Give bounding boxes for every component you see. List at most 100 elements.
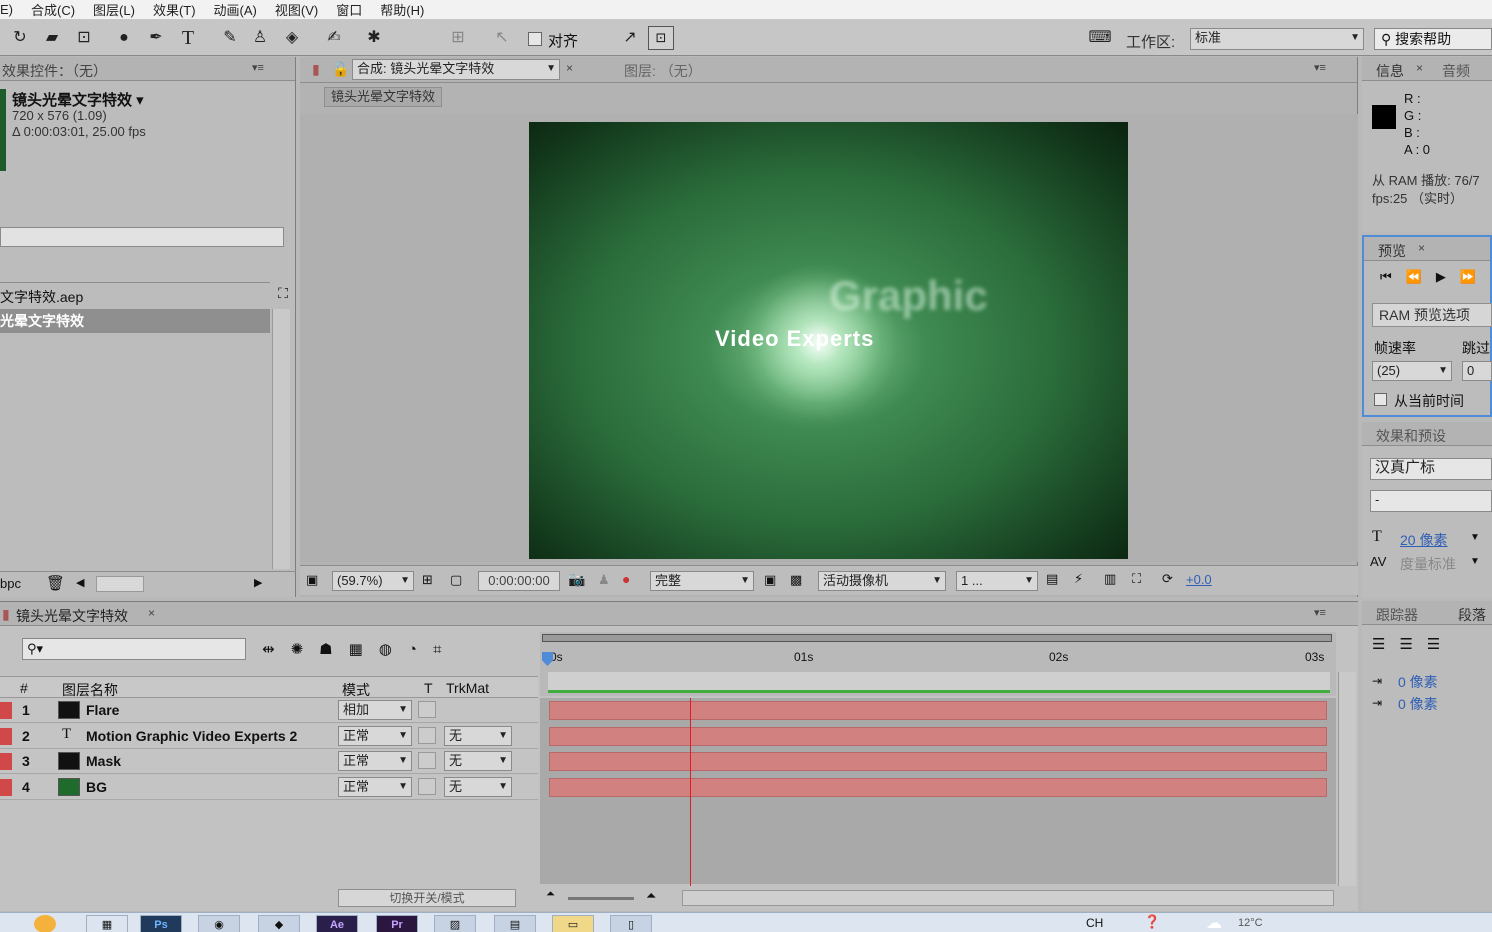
zoom-out-icon[interactable]: ⏶ <box>546 888 555 901</box>
panel-menu-icon[interactable]: ▾≡ <box>252 61 264 74</box>
eraser-tool-icon[interactable]: ◈ <box>280 27 304 49</box>
frame-rate-dropdown[interactable]: (25) ▼ <box>1372 361 1452 381</box>
align-checkbox[interactable] <box>528 32 542 46</box>
scroll-left-icon[interactable]: ◀ <box>76 576 84 589</box>
tab-paragraph[interactable]: 段落 <box>1458 605 1486 625</box>
preserve-transparency-toggle[interactable] <box>418 777 436 795</box>
project-scrollbar[interactable] <box>272 309 290 569</box>
project-comp-item[interactable]: 光晕文字特效 <box>0 309 270 333</box>
transparency-grid-icon[interactable]: ▩ <box>790 572 802 588</box>
premiere-icon[interactable]: Pr <box>376 915 418 932</box>
tab-tracker[interactable]: 跟踪器 <box>1376 605 1418 625</box>
col-layer-name[interactable]: 图层名称 <box>62 680 118 700</box>
work-area-bar[interactable] <box>542 634 1332 642</box>
menu-item[interactable]: 动画(A) <box>205 0 266 19</box>
layer-duration-bar[interactable] <box>549 777 1327 797</box>
layer-name[interactable]: Flare <box>86 702 119 718</box>
font-family-field[interactable]: 汉真广标 <box>1370 458 1492 480</box>
app-icon-4[interactable]: ▯ <box>610 915 652 932</box>
menu-item[interactable]: E) <box>0 2 22 17</box>
app-icon[interactable]: ◆ <box>258 915 300 932</box>
timecode-display[interactable]: 0:00:00:00 <box>478 571 560 591</box>
blend-mode-dropdown[interactable]: 相加 ▼ <box>338 700 412 720</box>
scroll-right-icon[interactable]: ▶ <box>254 576 262 589</box>
camera-dropdown[interactable]: 活动摄像机 ▼ <box>818 571 946 591</box>
label-color[interactable] <box>0 778 12 796</box>
clone-stamp-tool-icon[interactable]: ♙ <box>248 27 272 49</box>
menu-item[interactable]: 图层(L) <box>84 0 144 19</box>
layer-row[interactable]: 3 Mask 正常 ▼ 无 ▼ <box>0 749 538 774</box>
layer-duration-bar[interactable] <box>549 701 1327 720</box>
chevron-down-icon[interactable]: ▼ <box>1470 532 1480 543</box>
menu-item[interactable]: 效果(T) <box>144 0 205 19</box>
layer-tab[interactable]: 图层: （无） <box>624 61 702 81</box>
layer-name[interactable]: BG <box>86 779 107 795</box>
photoshop-icon[interactable]: Ps <box>140 915 182 932</box>
timeline-icon[interactable]: ▥ <box>1104 571 1116 587</box>
graph-editor-icon[interactable]: ⌗ <box>433 641 457 658</box>
blend-mode-dropdown[interactable]: 正常 ▼ <box>338 751 412 771</box>
layer-name[interactable]: Motion Graphic Video Experts 2 <box>86 728 297 744</box>
layer-duration-bar[interactable] <box>549 752 1327 771</box>
skip-input[interactable]: 0 <box>1462 361 1492 381</box>
resolution-dropdown[interactable]: 完整 ▼ <box>650 571 754 591</box>
zoom-slider[interactable]: ⏶ ⏶ <box>540 888 680 908</box>
label-color[interactable] <box>0 702 12 719</box>
font-size-value[interactable]: 20 像素 <box>1400 530 1447 550</box>
snapshot-camera-icon[interactable]: 📷 <box>568 571 585 588</box>
roto-brush-tool-icon[interactable]: ✍ <box>322 27 346 49</box>
composition-tab-dropdown[interactable]: 合成: 镜头光晕文字特效 ▼ <box>352 59 560 80</box>
align-left-icon[interactable]: ☰ <box>1372 636 1399 653</box>
ellipse-tool-icon[interactable]: ● <box>112 27 136 49</box>
zoom-in-icon[interactable]: ⏶ <box>646 888 656 904</box>
indent-first-value[interactable]: 0 像素 <box>1398 694 1438 714</box>
bpc-label[interactable]: bpc <box>0 576 21 591</box>
zoom-dropdown[interactable]: (59.7%) ▼ <box>332 571 414 591</box>
draft-3d-icon[interactable]: ✺ <box>291 641 320 658</box>
align-right-icon[interactable]: ☰ <box>1427 636 1454 653</box>
browser-icon[interactable]: ◉ <box>198 915 240 932</box>
shy-icon[interactable]: ☗ <box>319 641 348 658</box>
tab-audio[interactable]: 音频 <box>1442 61 1470 81</box>
current-time-indicator[interactable] <box>690 698 691 886</box>
close-icon[interactable]: × <box>1416 61 1423 75</box>
horizontal-scroll-thumb[interactable] <box>96 576 144 592</box>
blend-mode-dropdown[interactable]: 正常 ▼ <box>338 776 412 797</box>
next-frame-icon[interactable]: ⏩ <box>1460 269 1490 284</box>
panel-menu-icon[interactable]: ▾≡ <box>1314 61 1326 74</box>
region-of-interest-icon[interactable]: ▣ <box>764 572 776 588</box>
first-frame-icon[interactable]: ⏮ <box>1380 269 1406 284</box>
layer-row[interactable]: 4 BG 正常 ▼ 无 ▼ <box>0 774 538 800</box>
preserve-transparency-toggle[interactable] <box>418 752 436 769</box>
trkmat-dropdown[interactable]: 无 ▼ <box>444 725 512 746</box>
comp-name[interactable]: 镜头光晕文字特效 ▾ <box>12 89 144 110</box>
frame-blending-icon[interactable]: ▦ <box>349 641 379 658</box>
app-icon-3[interactable]: ▤ <box>494 915 536 932</box>
col-mode[interactable]: 模式 <box>342 680 370 700</box>
preserve-transparency-toggle[interactable] <box>418 726 436 744</box>
timeline-search-input[interactable]: ⚲▾ <box>22 638 246 660</box>
preserve-transparency-toggle[interactable] <box>418 701 436 718</box>
pan-behind-tool-icon[interactable]: ⊡ <box>72 27 96 49</box>
rotate-tool-icon[interactable]: ↻ <box>8 27 32 49</box>
views-dropdown[interactable]: 1 ... ▼ <box>956 571 1038 591</box>
project-file-item[interactable]: 文字特效.aep <box>0 285 270 309</box>
tracking-value[interactable]: 度量标准 <box>1400 554 1456 574</box>
app-icon-2[interactable]: ▨ <box>434 915 476 932</box>
always-preview-icon[interactable]: ▣ <box>306 572 318 588</box>
arrow-icon[interactable]: ↗ <box>618 27 642 49</box>
blend-mode-dropdown[interactable]: 正常 ▼ <box>338 725 412 746</box>
workspace-dropdown[interactable]: 标准 ▼ <box>1190 28 1364 50</box>
language-indicator[interactable]: CH <box>1086 916 1103 930</box>
timeline-tab[interactable]: 镜头光晕文字特效 <box>16 606 128 626</box>
safe-margins-icon[interactable]: ⊞ <box>422 572 433 588</box>
col-trkmat[interactable]: TrkMat <box>446 680 489 696</box>
chevron-down-icon[interactable]: ▼ <box>1470 556 1480 567</box>
explorer-icon[interactable]: ▦ <box>86 915 128 932</box>
after-effects-icon[interactable]: Ae <box>316 915 358 932</box>
fast-previews-icon[interactable]: ⚡ <box>1074 571 1083 587</box>
exposure-value[interactable]: +0.0 <box>1186 572 1212 587</box>
layer-duration-bar[interactable] <box>549 726 1327 746</box>
search-help-field[interactable]: ⚲ 搜索帮助 <box>1374 28 1492 50</box>
prev-frame-icon[interactable]: ⏪ <box>1406 269 1436 284</box>
